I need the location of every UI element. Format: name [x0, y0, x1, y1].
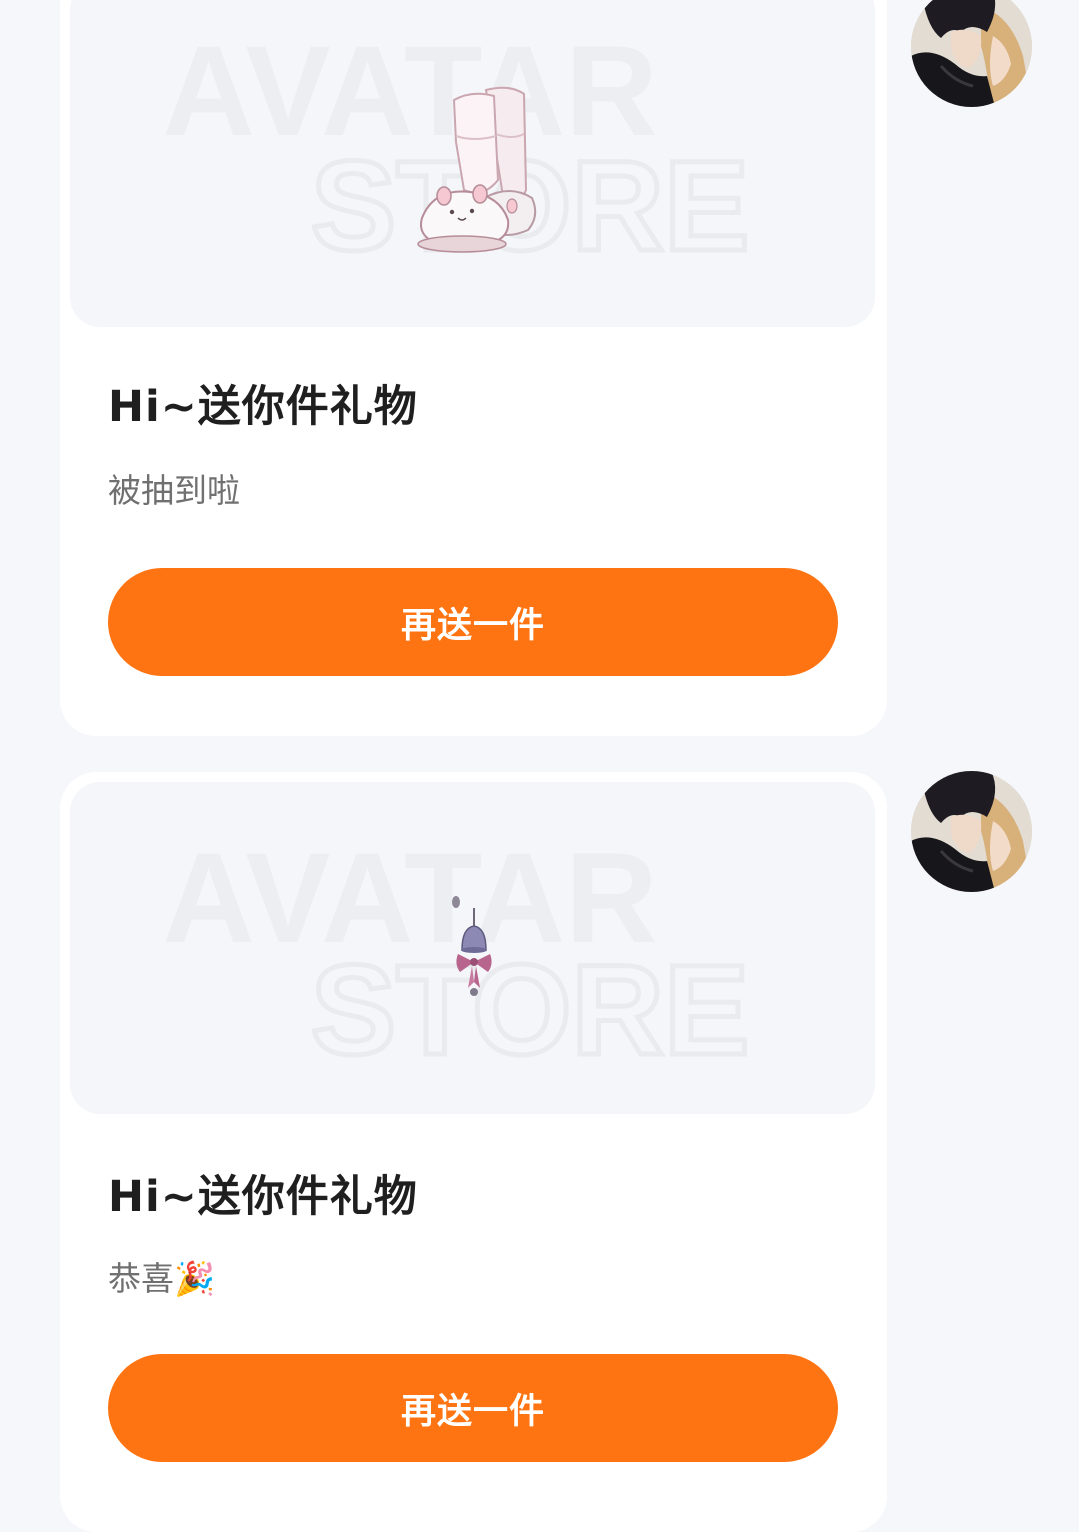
avatar-image	[911, 0, 1032, 107]
sender-avatar[interactable]	[911, 771, 1032, 892]
gift-card-subtitle: 恭喜🎉	[108, 1259, 216, 1298]
send-another-button[interactable]: 再送一件	[108, 568, 838, 676]
gift-preview[interactable]: AVATAR STORE	[70, 0, 875, 327]
slippers-with-socks-icon	[417, 86, 537, 253]
gift-card: AVATAR STORE Hi~送你件礼物 恭喜🎉 再送一件	[60, 772, 887, 1532]
send-another-button[interactable]: 再送一件	[108, 1354, 838, 1462]
gift-card-title: Hi~送你件礼物	[108, 382, 418, 432]
gift-card: AVATAR STORE Hi~送你件礼物 被抽到啦 再送一件	[60, 0, 887, 736]
gift-card-subtitle: 被抽到啦	[108, 471, 240, 510]
avatar-image	[911, 771, 1032, 892]
bell-with-bow-icon	[452, 896, 492, 996]
gift-preview[interactable]: AVATAR STORE	[70, 782, 875, 1114]
watermark-line-2: STORE	[311, 939, 750, 1082]
sender-avatar[interactable]	[911, 0, 1032, 107]
gift-card-title: Hi~送你件礼物	[108, 1172, 418, 1222]
